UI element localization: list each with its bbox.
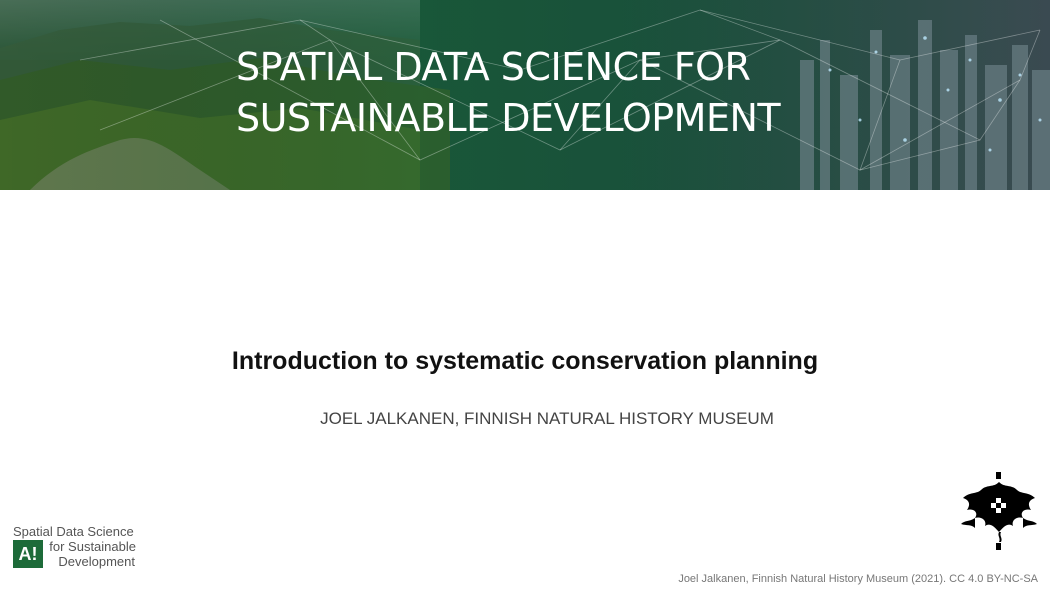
slide-subtitle: JOEL JALKANEN, FINNISH NATURAL HISTORY M…	[320, 409, 774, 428]
course-logo-line2: for Sustainable	[49, 539, 136, 554]
course-logo: Spatial Data Science A! for Sustainable …	[13, 524, 143, 570]
slide-title: Introduction to systematic conservation …	[231, 347, 819, 375]
footer-credit: Joel Jalkanen, Finnish Natural History M…	[678, 573, 1038, 585]
course-logo-line3: Development	[58, 554, 135, 569]
banner-title-line1: SPATIAL DATA SCIENCE FOR	[236, 45, 751, 89]
course-logo-line1: Spatial Data Science	[13, 524, 134, 539]
header-banner: SPATIAL DATA SCIENCE FOR SUSTAINABLE DEV…	[0, 0, 1050, 190]
aalto-a-icon: A!	[13, 540, 43, 568]
banner-title: SPATIAL DATA SCIENCE FOR SUSTAINABLE DEV…	[236, 42, 781, 144]
helsinki-flame-seal-icon	[961, 472, 1037, 550]
banner-title-line2: SUSTAINABLE DEVELOPMENT	[236, 96, 781, 140]
